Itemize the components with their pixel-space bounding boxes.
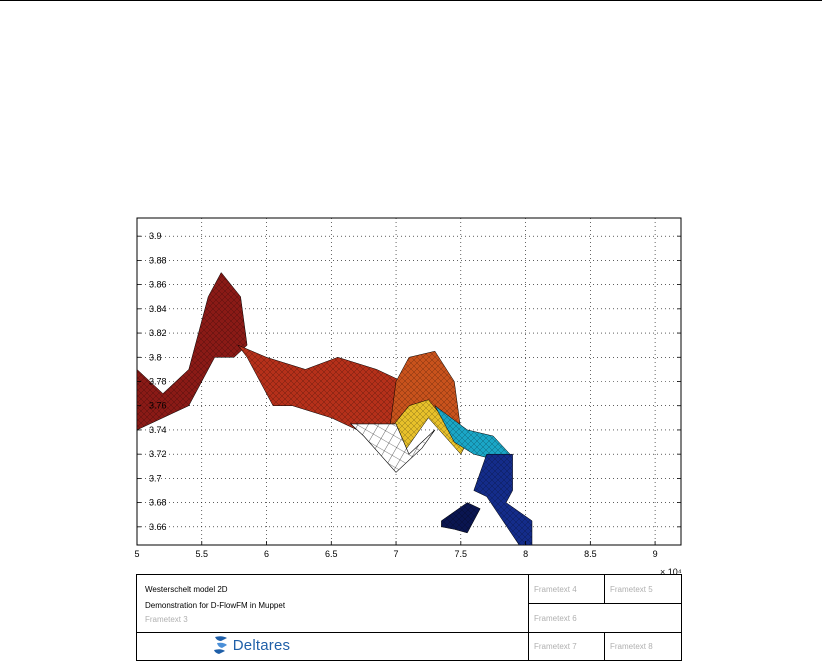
y-tick-label: 3.74: [149, 425, 167, 435]
y-tick-label: 3.9: [149, 231, 162, 241]
y-tick-label: 3.86: [149, 280, 167, 290]
frametext-5: Frametext 5: [610, 584, 653, 594]
x-tick-label: 7.5: [455, 549, 468, 559]
x-tick-label: 6: [264, 549, 269, 559]
frame-title-line1: Westerschelt model 2D: [145, 584, 228, 594]
y-tick-label: 3.66: [149, 522, 167, 532]
y-tick-label: 3.88: [149, 255, 167, 265]
y-tick-label: 3.84: [149, 304, 167, 314]
x-tick-label: 9: [653, 549, 658, 559]
y-tick-label: 3.76: [149, 401, 167, 411]
x-tick-label: 5: [134, 549, 139, 559]
frametext-6: Frametext 6: [534, 613, 577, 623]
deltares-logo-text: Deltares: [232, 636, 291, 654]
deltares-logo: Deltares: [151, 629, 351, 661]
deltares-logo-icon: [213, 636, 227, 654]
frametext-4: Frametext 4: [534, 584, 577, 594]
mesh-plot: 3.66 3.68 3.7 3.72 3.74 3.76 3.78 3.8 3.82 3.84 3.…: [134, 217, 682, 575]
x-tick-label: 6.5: [325, 549, 338, 559]
y-tick-label: 3.72: [149, 449, 167, 459]
frametext-7: Frametext 7: [534, 642, 577, 651]
y-tick-label: 3.7: [149, 473, 162, 483]
y-tick-label: 3.68: [149, 498, 167, 508]
y-tick-label: 3.8: [149, 352, 162, 362]
x-tick-label: 8.5: [584, 549, 597, 559]
frametext-8: Frametext 8: [610, 642, 653, 651]
x-tick-label: 8: [523, 549, 528, 559]
x-tick-label: 7: [394, 549, 399, 559]
y-tick-label: 3.82: [149, 328, 167, 338]
x-tick-label: 5.5: [196, 549, 209, 559]
y-tick-label: 3.78: [149, 377, 167, 387]
frame-title-line2: Demonstration for D-FlowFM in Muppet: [145, 600, 286, 610]
frametext-3: Frametext 3: [145, 614, 188, 624]
